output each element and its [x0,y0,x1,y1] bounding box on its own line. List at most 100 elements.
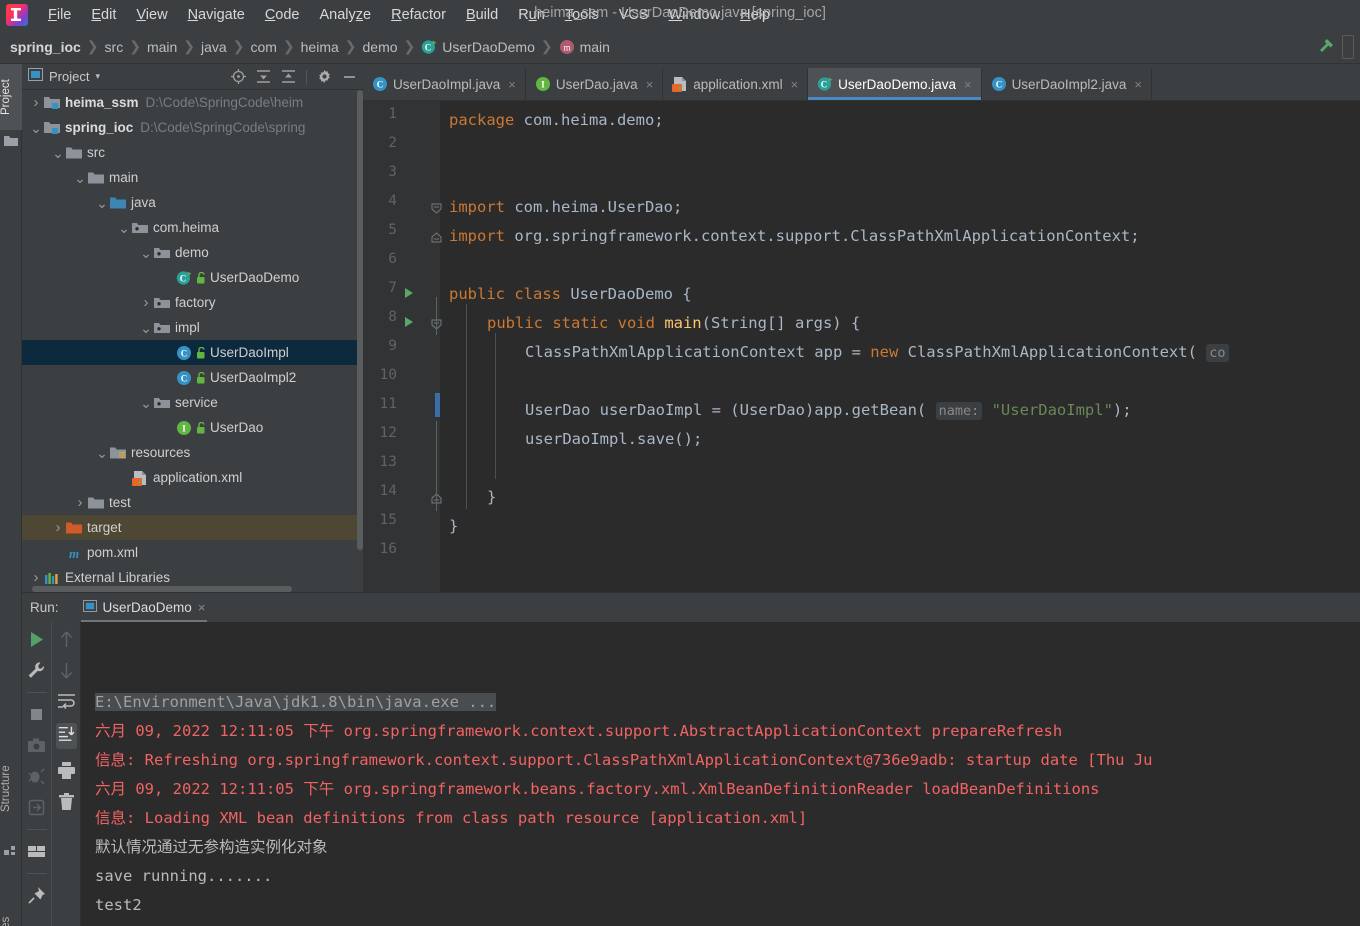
editor-tab-userdaoimpl-java[interactable]: C UserDaoImpl.java × [363,68,526,100]
locate-icon[interactable] [231,69,246,84]
chevron-right-icon[interactable]: › [72,494,88,511]
menu-view[interactable]: View [126,4,177,26]
stop-icon[interactable] [27,705,46,724]
up-arrow-icon[interactable] [57,630,76,649]
run-gutter-icon[interactable] [403,286,415,298]
camera-snapshot-icon[interactable] [27,736,46,755]
chevron-down-icon[interactable]: ⌄ [94,196,110,210]
chevron-down-icon[interactable]: ▾ [95,71,100,82]
tree-item-userdaodemo[interactable]: C UserDaoDemo [22,265,363,290]
tree-item-test[interactable]: › test [22,490,363,515]
navbar-search-box[interactable] [1342,35,1354,59]
run-console-output[interactable]: E:\Environment\Java\jdk1.8\bin\java.exe … [81,622,1360,926]
run-gutter-icon[interactable] [403,315,415,327]
chevron-down-icon[interactable]: ⌄ [50,146,66,160]
menu-analyze[interactable]: Analyze [310,4,382,26]
tree-item-java[interactable]: ⌄ java [22,190,363,215]
soft-wrap-icon[interactable] [57,692,76,711]
tree-item-heima-ssm[interactable]: › heima_ssm D:\Code\SpringCode\heim [22,90,363,115]
menu-navigate[interactable]: Navigate [178,4,255,26]
chevron-down-icon[interactable]: ⌄ [94,446,110,460]
tree-item-service[interactable]: ⌄ service [22,390,363,415]
chevron-down-icon[interactable]: ⌄ [72,171,88,185]
tree-item-userdao[interactable]: I UserDao [22,415,363,440]
layout-icon[interactable] [27,842,46,861]
menu-tools[interactable]: Tools [555,4,609,26]
menu-run[interactable]: Run [508,4,555,26]
menu-file[interactable]: File [38,4,81,26]
restore-layout-icon[interactable] [27,798,46,817]
chevron-down-icon[interactable]: ⌄ [138,246,154,260]
breadcrumb-java[interactable]: java [201,39,227,55]
breadcrumb-demo[interactable]: demo [363,39,398,55]
expand-all-icon[interactable] [256,69,271,84]
sidebar-item-favorites[interactable]: Favorites [0,904,22,926]
tree-item-label: UserDaoImpl [210,345,289,360]
project-tree[interactable]: › heima_ssm D:\Code\SpringCode\heim ⌄ spring… [22,90,363,592]
chevron-down-icon[interactable]: ⌄ [138,396,154,410]
pin-icon[interactable] [27,886,46,905]
menu-window[interactable]: Window [659,4,731,26]
close-icon[interactable]: × [1134,77,1142,92]
menu-code[interactable]: Code [255,4,310,26]
tree-item-factory[interactable]: › factory [22,290,363,315]
hide-minimize-icon[interactable] [342,69,357,84]
editor-code-area[interactable]: package com.heima.demo; import com.heima.… [440,101,1360,592]
rerun-icon[interactable] [27,630,46,649]
editor-tab-userdaodemo-java[interactable]: C UserDaoDemo.java × [808,68,982,100]
down-arrow-icon[interactable] [57,661,76,680]
tree-item-userdaoimpl2[interactable]: C UserDaoImpl2 [22,365,363,390]
scroll-to-end-icon[interactable] [55,723,77,749]
menu-refactor[interactable]: Refactor [381,4,456,26]
tree-item-impl[interactable]: ⌄ impl [22,315,363,340]
close-icon[interactable]: × [198,600,206,615]
editor-gutter[interactable]: 1 2 3 4 5 6 7 8 9 10 11 12 13 14 15 16 [363,101,442,592]
tree-item-target[interactable]: › target [22,515,363,540]
breadcrumb-heima[interactable]: heima [301,39,339,55]
chevron-right-icon[interactable]: › [28,94,44,111]
breadcrumb-src[interactable]: src [105,39,124,55]
close-icon[interactable]: × [646,77,654,92]
tree-item-main[interactable]: ⌄ main [22,165,363,190]
chevron-right-icon[interactable]: › [28,569,44,586]
chevron-down-icon[interactable]: ⌄ [116,221,132,235]
editor-tab-userdaoimpl2-java[interactable]: C UserDaoImpl2.java × [982,68,1152,100]
close-icon[interactable]: × [508,77,516,92]
tree-item-spring-ioc[interactable]: ⌄ spring_ioc D:\Code\SpringCode\spring [22,115,363,140]
tree-item-src[interactable]: ⌄ src [22,140,363,165]
sidebar-item-structure[interactable]: Structure [0,750,22,828]
trash-icon[interactable] [57,792,76,811]
hammer-icon[interactable] [1314,36,1336,58]
breadcrumb-spring-ioc[interactable]: spring_ioc [10,39,81,55]
close-icon[interactable]: × [964,77,972,92]
breadcrumb-main[interactable]: m main [559,39,610,55]
code-editor[interactable]: 1 2 3 4 5 6 7 8 9 10 11 12 13 14 15 16 package com.heim… [363,101,1360,592]
run-tab-userdaodemo[interactable]: UserDaoDemo × [77,597,212,623]
menu-edit[interactable]: Edit [81,4,126,26]
chevron-down-icon[interactable]: ⌄ [28,121,44,135]
settings-gear-icon[interactable] [317,69,332,84]
menu-help[interactable]: Help [730,4,780,26]
tree-item-resources[interactable]: ⌄ resources [22,440,363,465]
chevron-down-icon[interactable]: ⌄ [138,321,154,335]
print-icon[interactable] [57,761,76,780]
tree-item-demo[interactable]: ⌄ demo [22,240,363,265]
dump-threads-icon[interactable] [27,767,46,786]
tree-item-userdaoimpl[interactable]: C UserDaoImpl [22,340,363,365]
collapse-all-icon[interactable] [281,69,296,84]
breadcrumb-main[interactable]: main [147,39,177,55]
editor-tab-userdao-java[interactable]: I UserDao.java × [526,68,664,100]
tree-item-pom-xml[interactable]: m pom.xml [22,540,363,565]
breadcrumb-userdaodemo[interactable]: C UserDaoDemo [421,39,535,55]
sidebar-item-project[interactable]: Project [0,64,22,130]
close-icon[interactable]: × [791,77,799,92]
chevron-right-icon[interactable]: › [138,294,154,311]
menu-vcs[interactable]: VCS [609,4,659,26]
tree-item-application-xml[interactable]: application.xml [22,465,363,490]
menu-build[interactable]: Build [456,4,508,26]
editor-tab-application-xml[interactable]: application.xml × [663,68,809,100]
chevron-right-icon[interactable]: › [50,519,66,536]
breadcrumb-com[interactable]: com [250,39,276,55]
tree-item-com-heima[interactable]: ⌄ com.heima [22,215,363,240]
wrench-settings-icon[interactable] [27,661,46,680]
